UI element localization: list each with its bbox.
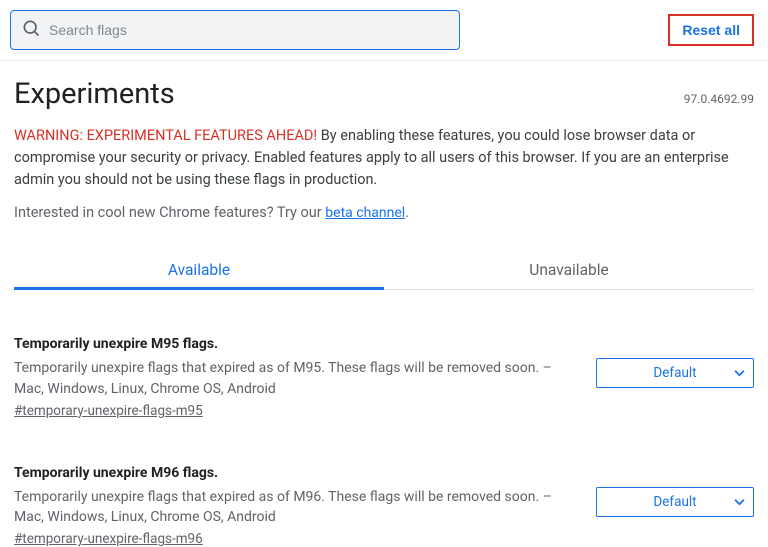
flag-control: Default [596,336,754,388]
version-label: 97.0.4692.99 [684,92,754,106]
tab-available[interactable]: Available [14,249,384,290]
search-input[interactable] [49,22,449,38]
search-icon [21,18,41,42]
flag-description: Temporarily unexpire flags that expired … [14,358,576,399]
reset-all-button[interactable]: Reset all [668,14,754,46]
title-row: Experiments 97.0.4692.99 [14,77,754,111]
flag-select[interactable]: Default [596,358,754,388]
flag-title: Temporarily unexpire M95 flags. [14,336,576,352]
flag-control: Default [596,465,754,517]
chevron-down-icon [734,364,745,383]
flags-list: Temporarily unexpire M95 flags. Temporar… [0,290,768,547]
flag-anchor-link[interactable]: #temporary-unexpire-flags-m95 [14,403,203,419]
warning-text: WARNING: EXPERIMENTAL FEATURES AHEAD! By… [14,125,754,190]
flag-info: Temporarily unexpire M96 flags. Temporar… [14,465,596,547]
interest-text: Interested in cool new Chrome features? … [14,204,754,221]
flag-item: Temporarily unexpire M96 flags. Temporar… [14,419,754,547]
warning-head: WARNING: EXPERIMENTAL FEATURES AHEAD! [14,127,317,144]
interest-prefix: Interested in cool new Chrome features? … [14,204,325,221]
flag-description: Temporarily unexpire flags that expired … [14,487,576,528]
flag-select-value: Default [653,494,696,510]
flag-select-value: Default [653,365,696,381]
tabs: Available Unavailable [14,249,754,290]
page-title: Experiments [14,77,175,111]
flag-info: Temporarily unexpire M95 flags. Temporar… [14,336,596,419]
topbar: Reset all [0,0,768,61]
interest-suffix: . [405,204,409,221]
flag-title: Temporarily unexpire M96 flags. [14,465,576,481]
flag-item: Temporarily unexpire M95 flags. Temporar… [14,290,754,419]
beta-channel-link[interactable]: beta channel [325,205,405,221]
chevron-down-icon [734,492,745,511]
main-container: Experiments 97.0.4692.99 WARNING: EXPERI… [0,61,768,290]
tab-unavailable[interactable]: Unavailable [384,249,754,290]
flag-anchor-link[interactable]: #temporary-unexpire-flags-m96 [14,531,203,547]
search-box[interactable] [10,10,460,50]
flag-select[interactable]: Default [596,487,754,517]
